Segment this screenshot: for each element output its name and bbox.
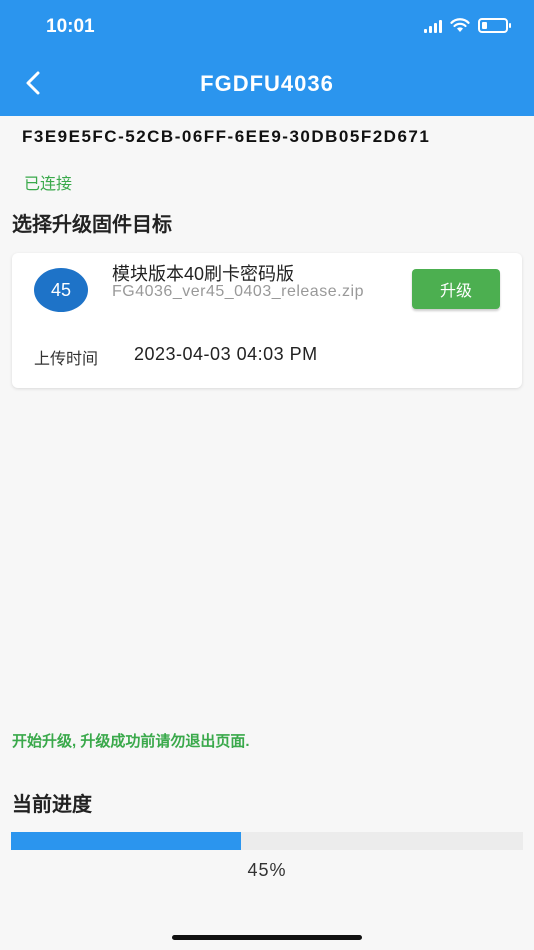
- version-badge: 45: [34, 268, 88, 312]
- battery-icon: [478, 18, 511, 33]
- progress-percent: 45%: [247, 860, 287, 880]
- page-title: FGDFU4036: [200, 71, 334, 96]
- wifi-icon: [450, 18, 470, 33]
- progress-bar: [11, 832, 523, 850]
- home-indicator: [172, 935, 362, 940]
- upgrade-button[interactable]: 升级: [412, 269, 500, 309]
- device-id: F3E9E5FC-52CB-06FF-6EE9-30DB05F2D671: [22, 127, 431, 146]
- nav-bar: FGDFU4036: [0, 54, 534, 116]
- progress-title: 当前进度: [12, 794, 92, 816]
- upload-time-label: 上传时间: [34, 351, 99, 368]
- firmware-card: 45 模块版本40刷卡密码版 FG4036_ver45_0403_release…: [12, 253, 522, 388]
- status-time: 10:01: [46, 16, 95, 37]
- upgrade-tip: 开始升级, 升级成功前请勿退出页面.: [12, 733, 250, 750]
- status-icons: [424, 18, 511, 33]
- firmware-file: FG4036_ver45_0403_release.zip: [112, 283, 364, 300]
- connection-status: 已连接: [24, 176, 73, 193]
- progress-fill: [11, 832, 242, 850]
- status-bar: 10:01: [0, 0, 534, 54]
- section-title: 选择升级固件目标: [12, 214, 172, 236]
- upload-time-value: 2023-04-03 04:03 PM: [134, 344, 318, 364]
- app-header: 10:01 FGDFU4036: [0, 0, 534, 116]
- signal-icon: [424, 19, 442, 33]
